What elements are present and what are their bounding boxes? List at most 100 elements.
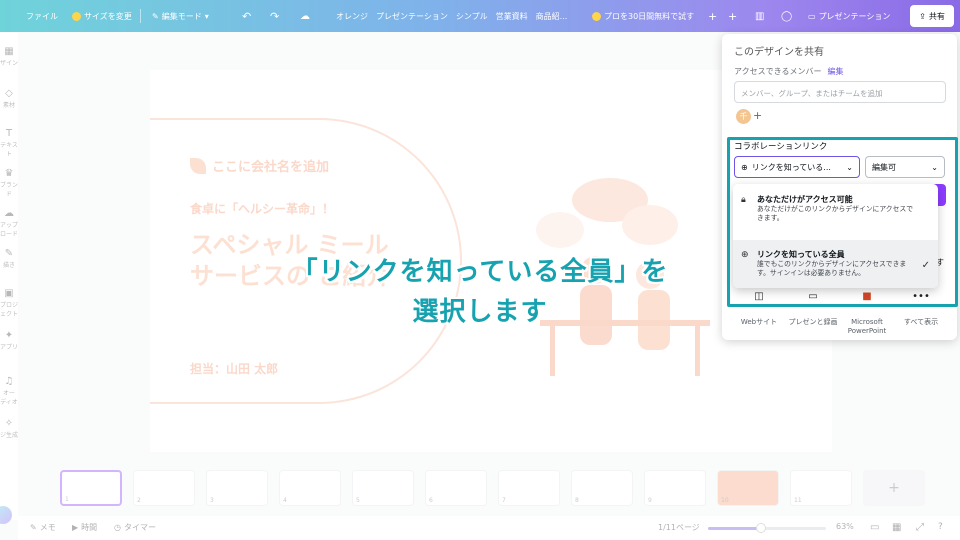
add-collaborator-button[interactable]: + [708, 0, 717, 32]
grid-view-button[interactable]: ▦ [892, 522, 901, 533]
page-thumbnail[interactable]: 5 [352, 470, 414, 506]
access-edit-link[interactable]: 編集 [827, 67, 843, 76]
sidebar-item-elements[interactable]: ◇ 素材 [0, 88, 18, 109]
comment-icon: ◯ [781, 10, 793, 22]
page-number: 6 [429, 497, 433, 504]
plus-icon: + [708, 9, 718, 23]
share-option-see-all[interactable]: ••• すべて表示 [896, 292, 946, 336]
edit-mode-button[interactable]: ✎ 編集モード ▾ [152, 0, 209, 32]
option-description: 誰でもこのリンクからデザインにアクセスできます。サインインは必要ありません。 [757, 260, 907, 277]
doc-tag: オレンジ [336, 11, 368, 21]
access-label: アクセスできるメンバー [734, 67, 822, 76]
shapes-icon: ◇ [5, 88, 13, 99]
folder-icon: ▣ [4, 288, 14, 299]
timer-button[interactable]: ◷ タイマー [114, 522, 156, 533]
page-view-icon: ▭ [870, 522, 880, 533]
add-button[interactable]: + [728, 0, 737, 32]
link-access-dropdown: 🔒︎ あなただけがアクセス可能 あなただけがこのリンクからデザインにアクセスでき… [733, 184, 938, 288]
access-row: アクセスできるメンバー 編集 [734, 66, 843, 77]
zoom-level[interactable]: 63% [836, 522, 854, 531]
option-anyone-with-link[interactable]: ⊕ リンクを知っている全員 誰でもこのリンクからデザインにアクセスできます。サイ… [733, 240, 938, 288]
sidebar-item-label: 素材 [2, 102, 15, 109]
page-thumbnail[interactable]: 2 [133, 470, 195, 506]
sidebar-item-apps[interactable]: ✦ アプリ [0, 330, 18, 351]
instruction-line: 選択します [412, 297, 548, 327]
duration-button[interactable]: ▶ 時間 [72, 522, 97, 533]
share-option-present-record[interactable]: ▭ プレゼンと録画 [788, 292, 838, 336]
redo-button[interactable]: ↷ [270, 0, 279, 32]
share-button[interactable]: ⇪ 共有 [910, 5, 954, 27]
undo-button[interactable]: ↶ [242, 0, 251, 32]
doc-title[interactable]: オレンジ プレゼンテーション シンプル 営業資料 商品紹... [336, 0, 567, 32]
share-option-label: Microsoft PowerPoint [847, 318, 887, 335]
permission-select[interactable]: 編集可 ⌄ [865, 156, 945, 178]
sidebar-item-uploads[interactable]: ☁ アップロード [0, 208, 18, 238]
add-member-input[interactable]: メンバー、グループ、またはチームを追加 [734, 81, 946, 103]
page-number: 3 [210, 497, 214, 504]
comment-button[interactable]: ◯ [781, 0, 792, 32]
instruction-caption: 「リンクを知っている全員」を 選択します [200, 252, 760, 332]
sidebar-item-brand[interactable]: ♛ ブランド [0, 168, 18, 198]
doc-tag: 営業資料 [495, 11, 528, 21]
brand-icon: ♛ [4, 168, 14, 179]
add-page-button[interactable]: + [863, 470, 925, 506]
sidebar-item-text[interactable]: T テキスト [0, 128, 18, 158]
sidebar-item-design[interactable]: ▦ ザイン [0, 46, 18, 67]
page-thumbnail[interactable]: 1 [60, 470, 122, 506]
present-label: プレゼンテーション [818, 11, 891, 21]
zoom-slider-handle[interactable] [756, 523, 767, 533]
fullscreen-button[interactable]: ⤢ [916, 522, 924, 533]
page-thumbnail[interactable]: 7 [498, 470, 560, 506]
chevron-down-icon: ⌄ [931, 162, 938, 172]
pro-trial-button[interactable]: プロを30日間無料で試す [592, 0, 694, 32]
option-only-you[interactable]: 🔒︎ あなただけがアクセス可能 あなただけがこのリンクからデザインにアクセスでき… [733, 184, 938, 236]
page-number: 8 [575, 497, 579, 504]
globe-icon: ⊕ [741, 162, 748, 172]
help-button[interactable]: ? [938, 522, 943, 532]
add-member-plus-icon[interactable]: + [753, 109, 762, 122]
link-access-select[interactable]: ⊕ リンクを知っている... ⌄ [734, 156, 860, 178]
sidebar-item-projects[interactable]: ▣ プロジェクト [0, 288, 18, 318]
option-title: リンクを知っている全員 [757, 250, 845, 259]
sidebar-item-image-gen[interactable]: ✧ ジ生成 [0, 418, 18, 439]
page-thumbnail[interactable]: 6 [425, 470, 487, 506]
page-indicator[interactable]: 1/11ページ [658, 522, 700, 533]
pencil-icon: ✎ [152, 11, 159, 21]
sidebar-item-label: ザイン [0, 60, 19, 67]
slide-tagline: 食卓に「ヘルシー革命」！ [190, 202, 335, 216]
file-menu-label: ファイル [26, 11, 58, 21]
zoom-slider[interactable] [708, 523, 826, 533]
page-number: 2 [137, 497, 141, 504]
share-option-powerpoint[interactable]: ■ Microsoft PowerPoint [842, 292, 892, 336]
resize-button[interactable]: サイズを変更 [72, 0, 132, 32]
leaf-icon [190, 157, 206, 174]
page-thumbnail[interactable]: 8 [571, 470, 633, 506]
sidebar-item-audio[interactable]: ♫ オーディオ [0, 376, 18, 406]
page-thumbnail[interactable]: 11 [790, 470, 852, 506]
avatar[interactable]: 千 [736, 109, 751, 124]
sidebar-item-label: ブランド [0, 182, 19, 198]
option-description: あなただけがこのリンクからデザインにアクセスできます。 [757, 205, 913, 222]
sidebar-item-draw[interactable]: ✎ 描き [0, 248, 18, 269]
chevron-down-icon: ▾ [204, 11, 209, 21]
page-thumbnail[interactable]: 3 [206, 470, 268, 506]
notes-label: メモ [39, 523, 56, 532]
page-thumbnail[interactable]: 10 [717, 470, 779, 506]
analytics-button[interactable]: ▥ [755, 0, 764, 32]
more-icon: ••• [912, 291, 930, 302]
permission-value: 編集可 [872, 162, 896, 172]
page-thumbnail[interactable]: 9 [644, 470, 706, 506]
page-number: 4 [283, 497, 287, 504]
notes-button[interactable]: ✎ メモ [30, 522, 56, 533]
toolbar-divider [140, 9, 141, 23]
page-thumbnail[interactable]: 4 [279, 470, 341, 506]
instruction-line: 「リンクを知っている全員」を [291, 257, 669, 287]
magic-assistant-button[interactable] [0, 506, 12, 524]
page-view-button[interactable]: ▭ [870, 522, 879, 533]
file-menu[interactable]: ファイル [26, 0, 58, 32]
chevron-down-icon: ⌄ [846, 162, 853, 172]
present-button[interactable]: ▭ プレゼンテーション [808, 0, 890, 32]
upload-cloud-icon: ☁ [4, 208, 14, 219]
sidebar-item-label: アプリ [0, 344, 19, 351]
play-icon: ▶ [72, 523, 79, 532]
